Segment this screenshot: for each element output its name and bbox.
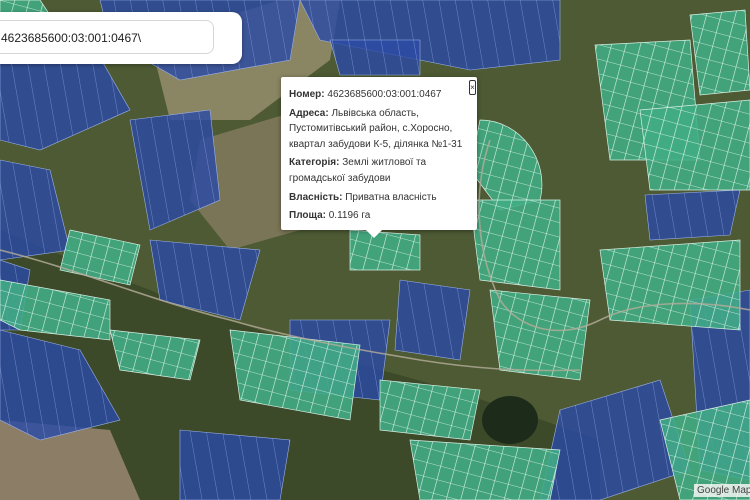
parcel-area-value: 0.1196 га xyxy=(328,210,371,222)
parcel-address-label: Адреса: xyxy=(289,107,329,119)
pond xyxy=(482,396,538,444)
map-attribution: Google Map xyxy=(694,484,750,497)
parcel-number-label: Номер: xyxy=(289,89,325,100)
cadastral-search-input[interactable]: 4623685600:03:001:0467\ xyxy=(0,20,214,54)
parcel-address-row: Адреса: Львівська область, Пустомитівськ… xyxy=(289,106,468,153)
close-icon[interactable]: × xyxy=(469,80,476,95)
search-panel: 4623685600:03:001:0467\ xyxy=(0,12,242,64)
parcel-info-popup: × Номер: 4623685600:03:001:0467 Адреса: … xyxy=(281,77,477,238)
parcel-category-row: Категорія: Землі житлової та громадської… xyxy=(289,155,468,186)
popup-pointer xyxy=(365,229,383,238)
parcel-ownership-value: Приватна власність xyxy=(345,191,437,203)
parcel-area-row: Площа: 0.1196 га xyxy=(289,208,468,224)
parcel-ownership-row: Власність: Приватна власність xyxy=(289,190,468,206)
parcel-area-label: Площа: xyxy=(289,210,326,222)
parcel-category-label: Категорія: xyxy=(289,157,340,169)
parcel-ownership-label: Власність: xyxy=(289,191,343,203)
parcel-number-value: 4623685600:03:001:0467 xyxy=(327,89,442,100)
satellite-map[interactable] xyxy=(0,0,750,500)
parcel-number-row: Номер: 4623685600:03:001:0467 xyxy=(289,87,468,103)
